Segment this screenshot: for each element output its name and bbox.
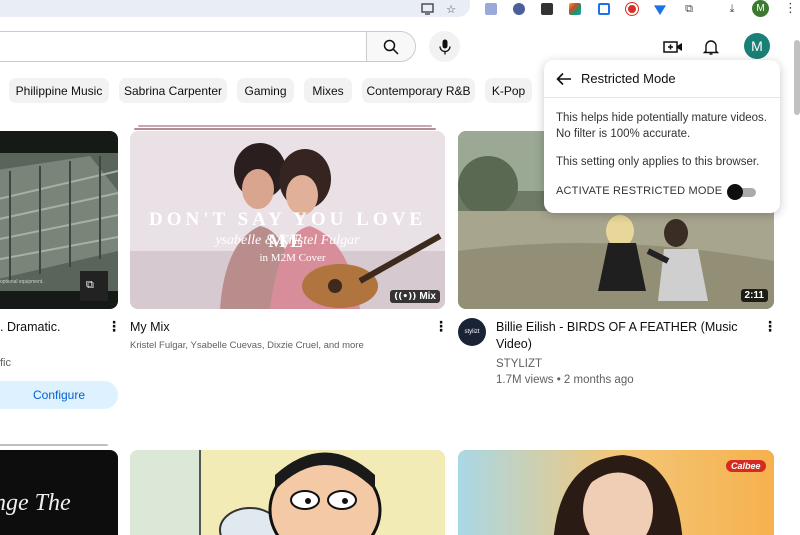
- configure-button-label: Configure: [32, 388, 86, 402]
- popup-title: Restricted Mode: [581, 71, 676, 86]
- search-button[interactable]: [366, 31, 416, 62]
- thumbnail-caption: optional equipment.: [0, 279, 44, 285]
- account-avatar[interactable]: M: [744, 33, 770, 59]
- search-icon: [383, 39, 399, 55]
- chip-philippine-music[interactable]: Philippine Music: [9, 78, 109, 103]
- thumbnail-image: [130, 450, 445, 535]
- video-thumbnail-2[interactable]: DON'T SAY YOU LOVE ME ysabelle & Kristel…: [130, 131, 445, 309]
- video-thumbnail-5[interactable]: [130, 450, 445, 535]
- video-stats: 1.7M views • 2 months ago: [496, 374, 634, 386]
- channel-avatar[interactable]: stylizt: [458, 318, 486, 346]
- restricted-mode-popup: Restricted Mode This helps hide potentia…: [544, 60, 780, 213]
- open-external-icon: ⧉: [86, 279, 94, 291]
- activate-restricted-mode-label: ACTIVATE RESTRICTED MODE: [556, 185, 723, 197]
- mix-badge: ((•)) Mix: [390, 290, 440, 303]
- downloads-icon[interactable]: ⤓: [725, 2, 739, 16]
- popup-header: Restricted Mode: [544, 60, 780, 98]
- mix-stack-line: [134, 128, 436, 130]
- extension-colorful-icon[interactable]: [568, 2, 582, 16]
- more-options-icon[interactable]: ⋮: [434, 319, 448, 335]
- extension-record-icon[interactable]: [625, 2, 639, 16]
- create-video-button[interactable]: [662, 36, 684, 58]
- broadcast-icon: ((•)): [394, 291, 417, 302]
- video-thumbnail-1[interactable]: optional equipment. ⧉: [0, 131, 118, 309]
- extension-dark-icon[interactable]: [540, 2, 554, 16]
- video-meta-2: Kristel Fulgar, Ysabelle Cuevas, Dixzie …: [130, 340, 364, 351]
- channel-name[interactable]: STYLIZT: [496, 358, 542, 370]
- voice-search-button[interactable]: [429, 31, 460, 62]
- toggle-knob[interactable]: [727, 184, 743, 200]
- back-arrow-icon[interactable]: [554, 69, 574, 89]
- configure-button[interactable]: Configure: [0, 381, 118, 409]
- bookmark-star-icon[interactable]: ☆: [444, 2, 458, 16]
- chip-mixes[interactable]: Mixes: [304, 78, 352, 103]
- extension-download-icon[interactable]: [512, 2, 526, 16]
- brand-logo: Calbee: [726, 460, 766, 472]
- search-input[interactable]: [0, 31, 366, 62]
- browser-profile-avatar[interactable]: M: [752, 0, 769, 17]
- browser-menu-icon[interactable]: ⋮: [784, 1, 797, 16]
- more-options-icon[interactable]: ⋮: [763, 319, 777, 335]
- mix-stack-line: [138, 125, 432, 127]
- video-title-2[interactable]: My Mix: [130, 319, 170, 336]
- video-title-3[interactable]: Billie Eilish - BIRDS OF A FEATHER (Musi…: [496, 319, 756, 353]
- page-scrollbar[interactable]: [794, 40, 800, 115]
- chip-k-pop[interactable]: K-Pop: [485, 78, 532, 103]
- extensions-puzzle-icon[interactable]: ⧉: [682, 2, 696, 16]
- browser-address-bar[interactable]: [0, 0, 470, 17]
- chip-sabrina-carpenter[interactable]: Sabrina Carpenter: [119, 78, 227, 103]
- video-duration: 2:11: [740, 289, 768, 302]
- mix-stack-line: [0, 444, 108, 446]
- channel-avatar-text: stylizt: [464, 329, 480, 335]
- thumbnail-overlay-artists: ysabelle & Kristel Fulgar: [215, 233, 360, 248]
- thumbnail-overlay-subtitle: in M2M Cover: [259, 252, 326, 264]
- browser-toolbar: ☆ ⧉ ⤓ M ⋮: [0, 0, 800, 22]
- video-thumbnail-4[interactable]: nge The: [0, 450, 118, 535]
- chip-contemporary-rnb[interactable]: Contemporary R&B: [362, 78, 475, 103]
- chip-gaming[interactable]: Gaming: [237, 78, 294, 103]
- popup-browser-note: This setting only applies to this browse…: [556, 156, 760, 168]
- popup-description: This helps hide potentially mature video…: [556, 112, 767, 140]
- extension-vpn-icon[interactable]: [653, 2, 667, 16]
- more-options-icon[interactable]: ⋮: [107, 319, 121, 335]
- microphone-icon: [438, 39, 451, 54]
- bell-icon: [703, 40, 719, 55]
- extension-screen-icon[interactable]: [597, 2, 611, 16]
- mix-badge-label: Mix: [419, 291, 436, 302]
- extension-translate-icon[interactable]: [484, 2, 498, 16]
- video-meta-1: fic: [0, 357, 11, 369]
- video-title-1[interactable]: . Dramatic.: [0, 319, 60, 336]
- notifications-button[interactable]: [700, 36, 722, 58]
- cast-icon[interactable]: [420, 2, 434, 16]
- create-video-icon: [663, 41, 682, 53]
- thumbnail-text: nge The: [0, 490, 71, 516]
- video-thumbnail-6[interactable]: Calbee: [458, 450, 774, 535]
